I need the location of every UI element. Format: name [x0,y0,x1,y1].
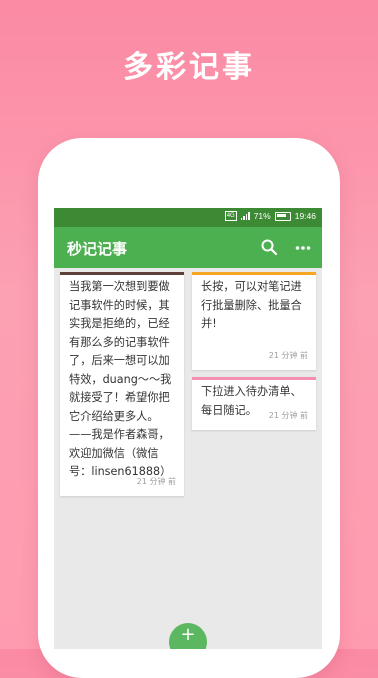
network-type: 4G [224,211,237,221]
app-screen: 4G 71% 19:46 秒记记事 当我第一次想到要做记事软件的时候，其实我是拒… [54,208,322,649]
battery-percent: 71% [253,211,271,221]
note-color-strip [192,272,316,275]
more-button[interactable] [294,239,312,257]
plus-icon: + [180,624,196,645]
add-note-button[interactable]: + [169,623,207,649]
note-time: 21 分钟 前 [268,410,308,420]
app-title: 秒记记事 [67,240,128,258]
more-icon [295,246,311,250]
signal-icon [240,212,250,220]
note-card[interactable]: 下拉进入待办清单、每日随记。 21 分钟 前 [192,377,316,430]
promo-title: 多彩记事 [123,50,255,85]
status-bar: 4G 71% 19:46 [54,208,322,227]
app-bar: 秒记记事 [54,227,322,268]
search-button[interactable] [260,238,278,256]
note-color-strip [192,377,316,380]
note-text: 长按，可以对笔记进行批量删除、批量合并! [201,280,302,330]
status-indicators: 4G 71% 19:46 [224,211,316,221]
note-card[interactable]: 长按，可以对笔记进行批量删除、批量合并! 21 分钟 前 [192,272,316,370]
search-icon [261,239,278,256]
note-time: 21 分钟 前 [268,350,308,360]
battery-icon [274,211,291,221]
note-text: 当我第一次想到要做记事软件的时候，其实我是拒绝的，已经有那么多的记事软件了，后来… [69,280,172,478]
status-time: 19:46 [294,211,316,221]
note-time: 21 分钟 前 [136,476,176,486]
note-card[interactable]: 当我第一次想到要做记事软件的时候，其实我是拒绝的，已经有那么多的记事软件了，后来… [60,272,184,496]
note-color-strip [60,272,184,275]
